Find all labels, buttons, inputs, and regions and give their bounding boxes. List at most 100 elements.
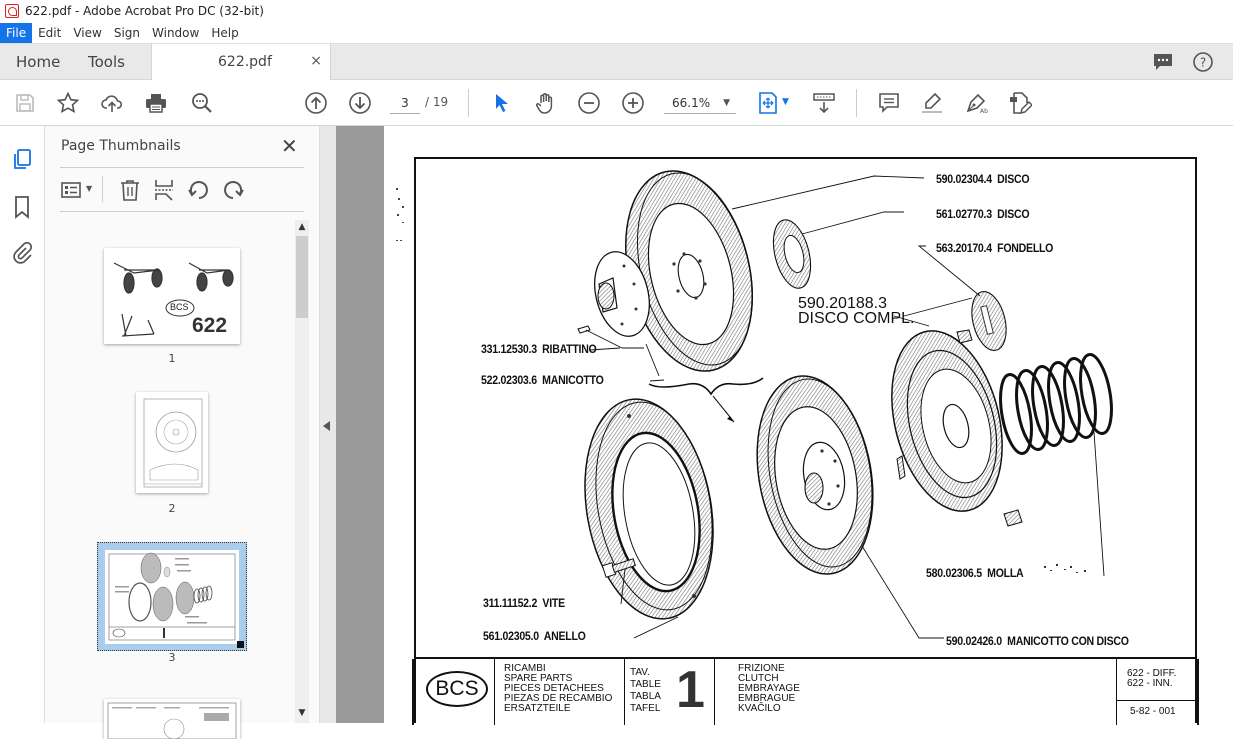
callout-label: 563.20170.4 FONDELLO <box>936 241 1054 255</box>
disc-561-02770-3 <box>772 219 812 289</box>
page-thumbnails-panel: Page Thumbnails ✕ ▼ BCS 622 1 2 3 ▲ ▼ <box>45 126 319 739</box>
table-number: 1 <box>676 661 705 719</box>
main-toolbar: 3 / 19 66.1% ▼ ▼ Ab <box>0 80 1233 126</box>
tab-document[interactable]: 622.pdf × <box>151 44 331 81</box>
thumbnail-page-4[interactable] <box>104 699 240 739</box>
highlight-icon[interactable] <box>920 91 944 115</box>
fill-sign-pen-icon[interactable]: Ab <box>964 91 988 115</box>
rotate-counterclockwise-icon[interactable] <box>187 178 211 202</box>
thumbnail-label: 2 <box>168 502 176 515</box>
acrobat-app-icon <box>5 4 19 18</box>
thumbnail-page-3 <box>105 550 239 644</box>
fit-page-icon[interactable] <box>757 91 781 115</box>
thumbnail-label: 3 <box>168 651 176 664</box>
drawing-title-block: BCS RICAMBI SPARE PARTS PIECES DETACHEES… <box>412 657 1199 725</box>
spare-parts-labels: RICAMBI SPARE PARTS PIECES DETACHEES PIE… <box>504 663 613 714</box>
svg-text:Ab: Ab <box>980 108 988 115</box>
tab-home[interactable]: Home <box>16 44 60 80</box>
zoom-out-icon[interactable] <box>577 91 601 115</box>
tab-bar: Home Tools 622.pdf × ? <box>0 43 1233 81</box>
callout-label: 590.02304.4 DISCO <box>936 172 1030 186</box>
callout-label: 561.02305.0 ANELLO <box>483 629 586 643</box>
options-dropdown-icon[interactable]: ▼ <box>86 184 92 193</box>
drawing-preview <box>143 398 203 488</box>
callout-label: 522.02303.6 MANICOTTO <box>481 373 604 387</box>
disc-hub-590-02426-0 <box>756 375 874 575</box>
attachments-paperclip-icon[interactable] <box>10 241 34 265</box>
divider <box>60 211 304 212</box>
menu-help[interactable]: Help <box>205 23 244 43</box>
menu-view[interactable]: View <box>67 23 107 43</box>
next-page-icon[interactable] <box>348 91 372 115</box>
thumbnail-page-1[interactable]: BCS 622 <box>104 248 240 344</box>
pressure-plate-590-20188-3 <box>891 329 1023 527</box>
panel-splitter[interactable] <box>319 126 336 723</box>
thumb-logo: BCS <box>170 302 189 312</box>
document-viewport[interactable]: 590.02304.4 DISCO 561.02770.3 DISCO 563.… <box>336 126 1233 725</box>
thumbnail-page-2[interactable] <box>136 392 208 493</box>
zoom-level-select[interactable]: 66.1% ▼ <box>664 92 736 114</box>
zoom-level-value: 66.1% <box>672 96 711 110</box>
page-thumbnails-icon[interactable] <box>10 148 34 172</box>
zoom-in-icon[interactable] <box>621 91 645 115</box>
menu-file[interactable]: File <box>0 22 33 43</box>
divider <box>102 176 103 202</box>
page-number-input[interactable]: 3 <box>390 92 420 114</box>
tab-tools[interactable]: Tools <box>88 44 125 80</box>
document-tab-label: 622.pdf <box>218 54 272 70</box>
upload-cloud-icon[interactable] <box>100 91 124 115</box>
print-icon[interactable] <box>144 91 168 115</box>
save-icon[interactable] <box>13 91 37 115</box>
window-title: 622.pdf - Adobe Acrobat Pro DC (32-bit) <box>25 4 264 18</box>
thumbnail-resize-handle[interactable] <box>237 641 244 648</box>
hand-pan-icon[interactable] <box>533 91 557 115</box>
fit-page-dropdown-icon[interactable]: ▼ <box>782 97 789 107</box>
select-cursor-icon[interactable] <box>490 91 514 115</box>
callout-label: 590.02426.0 MANICOTTO CON DISCO <box>946 634 1129 648</box>
callout-label: 580.02306.5 MOLLA <box>926 566 1024 580</box>
page-total: / 19 <box>425 95 449 109</box>
chevron-down-icon: ▼ <box>723 98 730 108</box>
pdf-page: 590.02304.4 DISCO 561.02770.3 DISCO 563.… <box>384 126 1233 725</box>
chat-comments-icon[interactable] <box>1152 51 1174 73</box>
model-labels: 622 - DIFF. 622 - INN. <box>1127 668 1177 689</box>
scroll-mode-icon[interactable] <box>812 91 836 115</box>
thumbnail-options-icon[interactable] <box>60 178 84 202</box>
title-bar: 622.pdf - Adobe Acrobat Pro DC (32-bit) <box>0 0 1233 22</box>
scroll-down-icon[interactable]: ▼ <box>295 706 309 720</box>
insert-page-icon[interactable] <box>152 178 176 202</box>
drawing-preview <box>108 552 236 641</box>
bookmark-star-icon[interactable] <box>56 91 80 115</box>
close-panel-button[interactable]: ✕ <box>281 134 298 158</box>
drawing-code: 5-82 - 001 <box>1130 706 1176 717</box>
menu-sign[interactable]: Sign <box>108 23 146 43</box>
section-labels: FRIZIONE CLUTCH EMBRAYAGE EMBRAGUE KVAČI… <box>738 663 800 714</box>
thumbnail-page-3-selected[interactable] <box>97 542 247 651</box>
bcs-logo: BCS <box>426 671 488 707</box>
bookmarks-icon[interactable] <box>10 195 34 219</box>
toolbar-divider <box>468 89 469 117</box>
menu-window[interactable]: Window <box>146 23 205 43</box>
close-tab-button[interactable]: × <box>310 53 322 69</box>
edit-pdf-icon[interactable] <box>1008 91 1034 115</box>
help-icon[interactable]: ? <box>1192 51 1214 73</box>
previous-page-icon[interactable] <box>304 91 328 115</box>
comment-icon[interactable] <box>877 91 901 115</box>
menu-bar: File Edit View Sign Window Help <box>0 22 1233 43</box>
scrollbar-thumb[interactable] <box>296 236 308 318</box>
left-navigation-rail <box>0 126 45 723</box>
scroll-up-icon[interactable]: ▲ <box>295 220 309 234</box>
menu-edit[interactable]: Edit <box>32 23 67 43</box>
thumbnails-scrollbar[interactable]: ▲ ▼ <box>295 220 309 723</box>
panel-title: Page Thumbnails <box>61 138 181 154</box>
find-search-icon[interactable] <box>190 91 214 115</box>
svg-text:?: ? <box>1200 56 1206 70</box>
toolbar-divider <box>856 89 857 117</box>
callout-label-large: 590.20188.3 DISCO COMPL. <box>798 295 915 327</box>
delete-trash-icon[interactable] <box>118 178 142 202</box>
rotate-clockwise-icon[interactable] <box>221 178 245 202</box>
callout-label: 331.12530.3 RIBATTINO <box>481 342 597 356</box>
spring-580-02306-5 <box>999 353 1113 455</box>
collapse-panel-arrow-icon[interactable] <box>323 421 330 431</box>
thumbnail-label: 1 <box>168 352 176 365</box>
